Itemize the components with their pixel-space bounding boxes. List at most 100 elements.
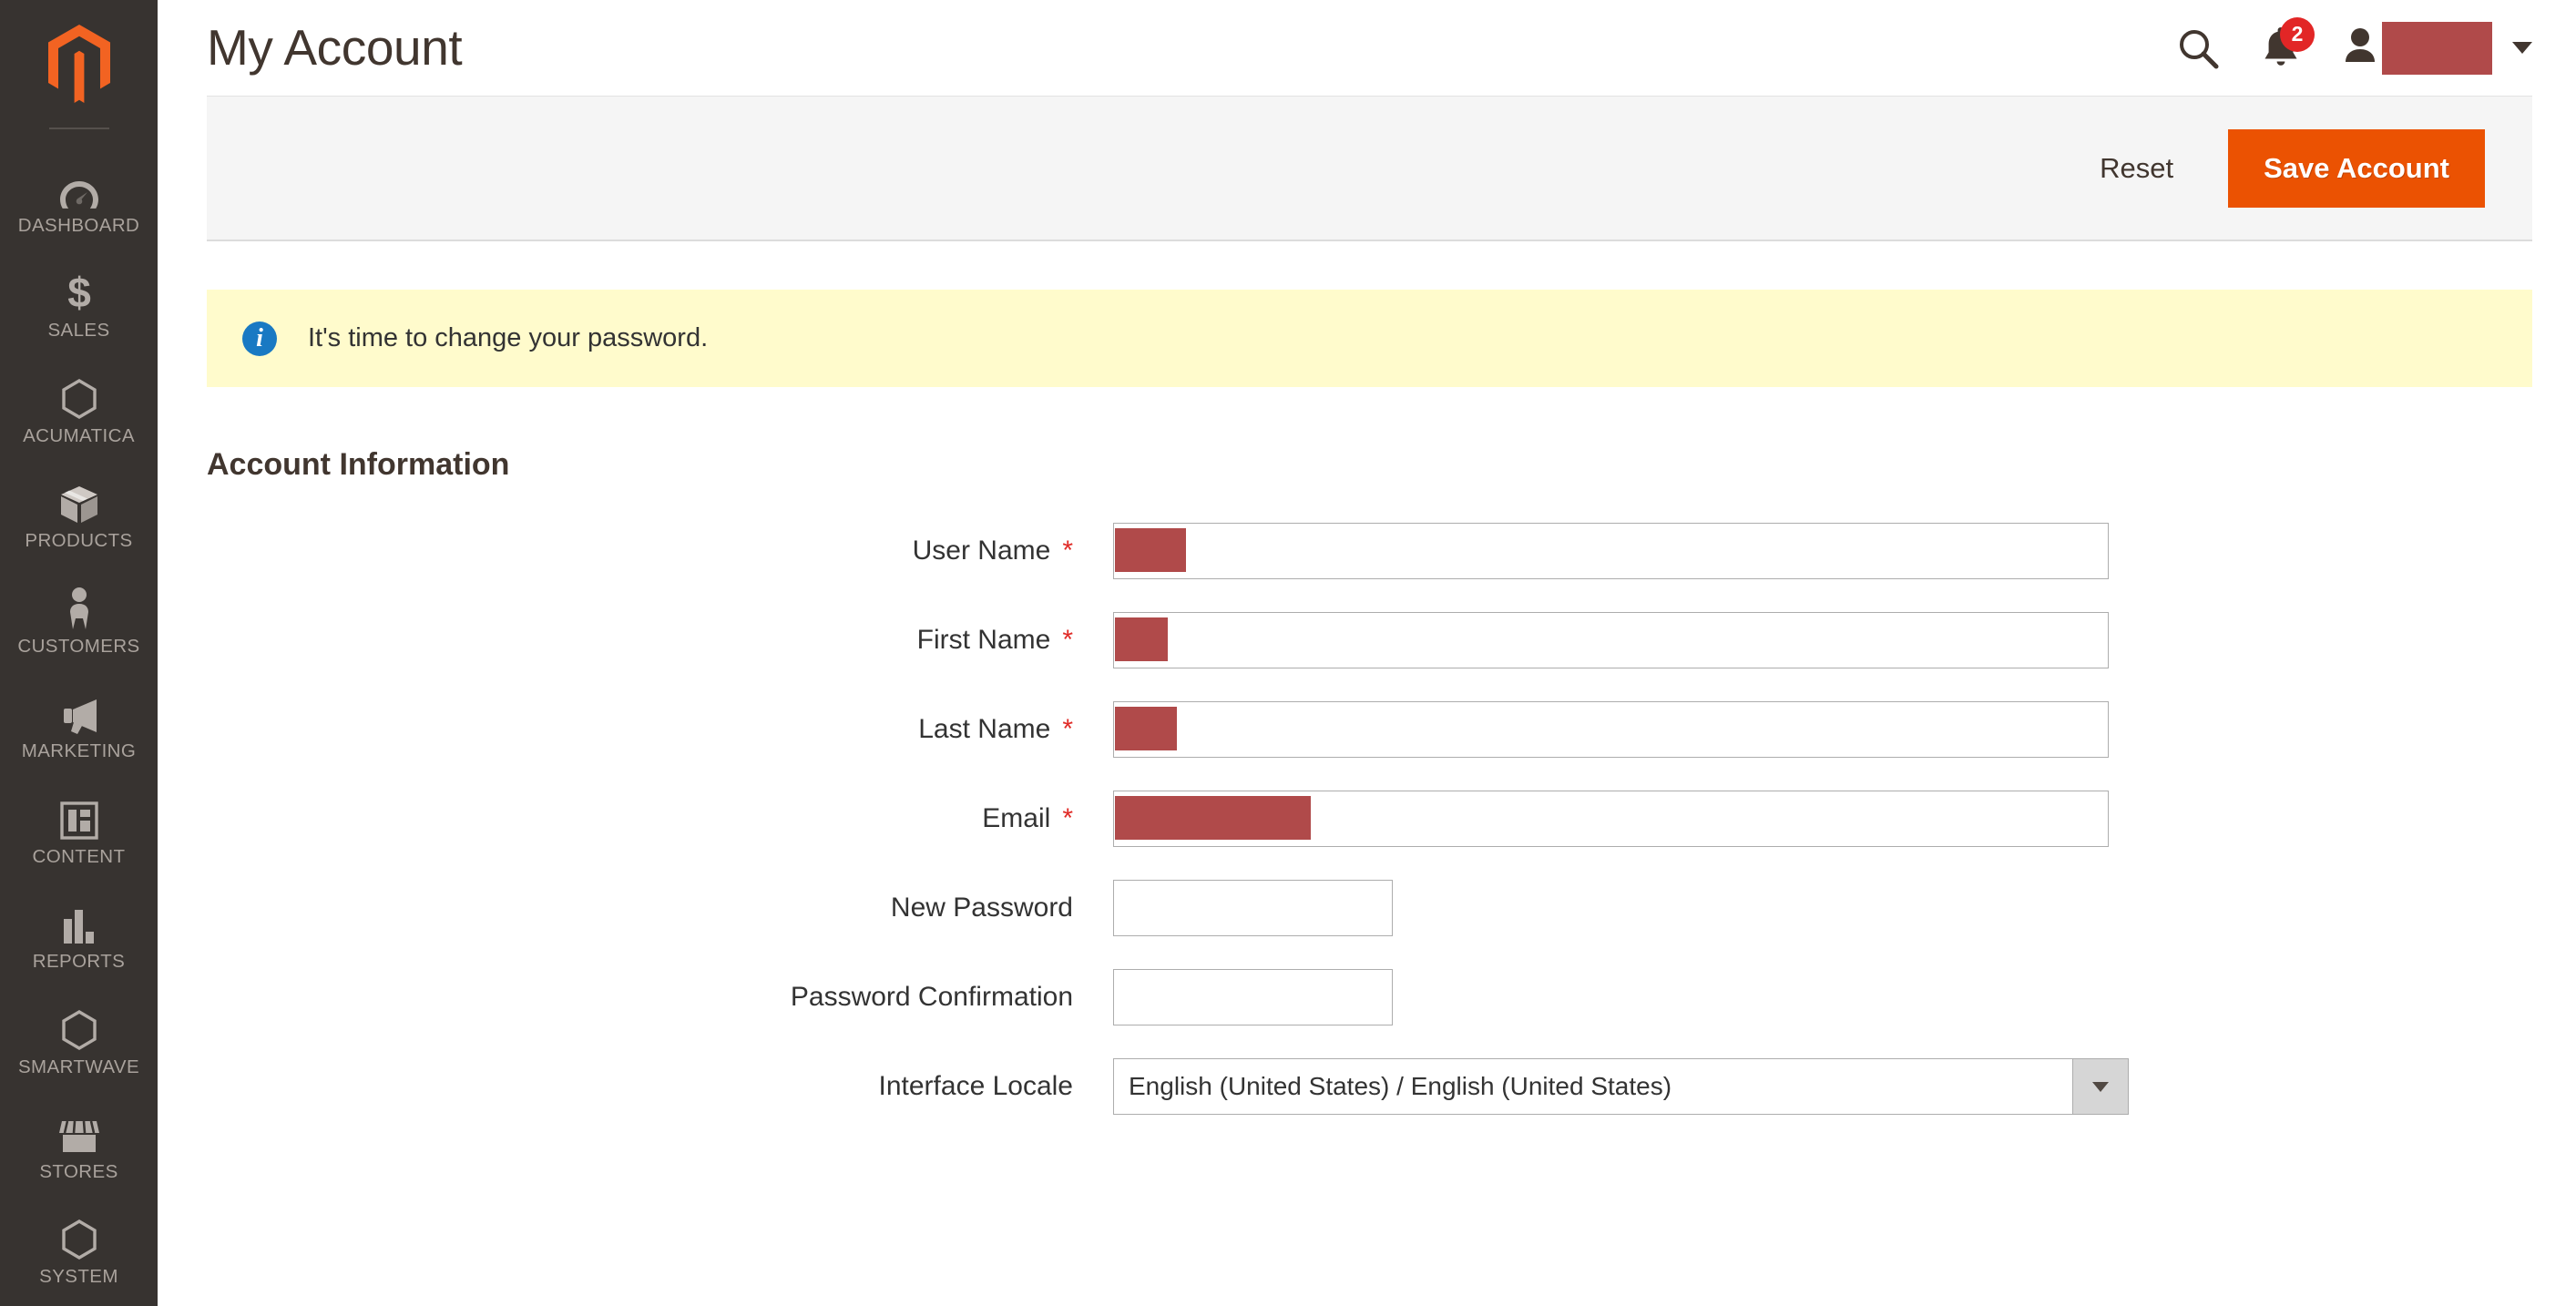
notice-message: It's time to change your password. bbox=[308, 323, 709, 352]
field-label: First Name * bbox=[158, 612, 1073, 668]
sidebar-item-label: Reports bbox=[32, 951, 126, 973]
sidebar-item-label: Content bbox=[32, 845, 126, 867]
field-label-text: Last Name bbox=[918, 714, 1051, 744]
sidebar-item-label: Acumatica bbox=[23, 424, 135, 446]
chevron-down-icon bbox=[2512, 42, 2532, 54]
field-control bbox=[1113, 701, 2109, 758]
required-marker: * bbox=[1062, 625, 1073, 655]
sidebar-item-label: Smartwave bbox=[17, 1056, 140, 1077]
interface-locale-select[interactable]: English (United States) / English (Unite… bbox=[1113, 1058, 2072, 1115]
page-actions-bar: Reset Save Account bbox=[207, 96, 2532, 241]
field-control bbox=[1113, 612, 2109, 668]
email-redaction bbox=[1115, 796, 1311, 840]
sidebar-item-label: Customers bbox=[17, 635, 140, 657]
required-marker: * bbox=[1062, 536, 1073, 566]
field-label: Last Name * bbox=[158, 701, 1073, 758]
sidebar-item-dashboard[interactable]: Dashboard bbox=[0, 149, 158, 254]
sidebar-item-label: System bbox=[39, 1266, 118, 1288]
info-icon: i bbox=[242, 321, 277, 356]
magento-admin-my-account-page: Dashboard $ Sales Acumatica Products Cus… bbox=[0, 0, 2576, 1306]
hexagon-icon bbox=[61, 1009, 97, 1050]
sidebar-item-sales[interactable]: $ Sales bbox=[0, 254, 158, 359]
magento-logo[interactable] bbox=[0, 0, 158, 128]
person-icon bbox=[66, 587, 92, 629]
sidebar-item-content[interactable]: Content bbox=[0, 781, 158, 885]
field-row-first-name: First Name * bbox=[158, 612, 2576, 668]
first-name-redaction bbox=[1115, 617, 1168, 661]
field-label: Email * bbox=[158, 791, 1073, 847]
sidebar-item-stores[interactable]: Stores bbox=[0, 1096, 158, 1200]
storefront-icon bbox=[58, 1115, 100, 1155]
page-title: My Account bbox=[207, 19, 463, 76]
sidebar-item-marketing[interactable]: Marketing bbox=[0, 675, 158, 780]
field-control bbox=[1113, 791, 2109, 847]
save-account-button[interactable]: Save Account bbox=[2228, 128, 2485, 208]
sidebar-divider bbox=[48, 128, 109, 129]
user-menu[interactable] bbox=[2342, 21, 2532, 75]
account-information-form: User Name * First Name * Last Name * Ema… bbox=[158, 523, 2576, 1115]
field-control bbox=[1113, 523, 2109, 579]
user-name-redacted bbox=[2382, 21, 2492, 75]
sidebar-item-label: Marketing bbox=[21, 740, 137, 762]
field-row-new-password: New Password bbox=[158, 880, 2576, 936]
field-label: Interface Locale bbox=[158, 1058, 1073, 1115]
field-label-text: Email bbox=[982, 803, 1051, 833]
field-row-interface-locale: Interface Locale English (United States)… bbox=[158, 1058, 2576, 1115]
field-control bbox=[1113, 880, 1393, 936]
required-marker: * bbox=[1062, 714, 1073, 744]
main-content: My Account 2 Reset Save Account i It's t… bbox=[158, 0, 2576, 1306]
field-control: English (United States) / English (Unite… bbox=[1113, 1058, 2129, 1115]
field-label-text: Password Confirmation bbox=[790, 982, 1073, 1012]
svg-text:$: $ bbox=[67, 271, 91, 313]
search-icon[interactable] bbox=[2176, 26, 2220, 70]
header-actions: 2 bbox=[2176, 16, 2532, 75]
sidebar-item-label: Products bbox=[25, 530, 133, 552]
hexagon-icon bbox=[61, 378, 97, 419]
notifications-button[interactable]: 2 bbox=[2260, 16, 2315, 72]
sidebar-item-customers[interactable]: Customers bbox=[0, 570, 158, 675]
field-label-text: First Name bbox=[916, 625, 1051, 655]
last-name-input[interactable] bbox=[1113, 701, 2109, 758]
field-label: Password Confirmation bbox=[158, 969, 1073, 1025]
password-confirmation-input[interactable] bbox=[1113, 969, 1393, 1025]
sidebar-item-system[interactable]: System bbox=[0, 1200, 158, 1305]
user-name-input[interactable] bbox=[1113, 523, 2109, 579]
interface-locale-dropdown-button[interactable] bbox=[2072, 1058, 2129, 1115]
field-row-email: Email * bbox=[158, 791, 2576, 847]
sidebar-item-smartwave[interactable]: Smartwave bbox=[0, 991, 158, 1096]
account-information-heading: Account Information bbox=[207, 447, 510, 482]
user-name-redaction bbox=[1115, 528, 1186, 572]
chevron-down-icon bbox=[2092, 1081, 2109, 1092]
megaphone-icon bbox=[58, 694, 100, 735]
field-row-user-name: User Name * bbox=[158, 523, 2576, 579]
sidebar-item-products[interactable]: Products bbox=[0, 464, 158, 569]
field-label-text: Interface Locale bbox=[878, 1071, 1073, 1101]
reset-button[interactable]: Reset bbox=[2100, 152, 2173, 185]
sidebar-item-label: Stores bbox=[39, 1161, 118, 1182]
sidebar-item-acumatica[interactable]: Acumatica bbox=[0, 360, 158, 464]
field-label-text: User Name bbox=[912, 536, 1051, 566]
required-marker: * bbox=[1062, 803, 1073, 833]
sidebar-item-label: Dashboard bbox=[17, 214, 140, 236]
field-row-password-confirmation: Password Confirmation bbox=[158, 969, 2576, 1025]
field-label: New Password bbox=[158, 880, 1073, 936]
page-header: My Account 2 bbox=[158, 0, 2576, 96]
hexagon-icon bbox=[61, 1219, 97, 1260]
field-control bbox=[1113, 969, 1393, 1025]
sidebar-item-reports[interactable]: Reports bbox=[0, 885, 158, 990]
admin-sidebar: Dashboard $ Sales Acumatica Products Cus… bbox=[0, 0, 158, 1306]
sidebar-item-label: Sales bbox=[47, 320, 110, 342]
new-password-input[interactable] bbox=[1113, 880, 1393, 936]
box-icon bbox=[59, 484, 99, 524]
user-avatar-icon bbox=[2342, 26, 2378, 70]
field-label: User Name * bbox=[158, 523, 1073, 579]
first-name-input[interactable] bbox=[1113, 612, 2109, 668]
dashboard-gauge-icon bbox=[59, 168, 99, 209]
dollar-sign-icon: $ bbox=[65, 271, 94, 313]
notifications-badge: 2 bbox=[2280, 16, 2315, 52]
password-change-notice: i It's time to change your password. bbox=[207, 290, 2532, 387]
last-name-redaction bbox=[1115, 707, 1177, 750]
field-label-text: New Password bbox=[890, 893, 1073, 923]
bar-chart-icon bbox=[61, 904, 97, 944]
layout-panel-icon bbox=[59, 800, 98, 840]
